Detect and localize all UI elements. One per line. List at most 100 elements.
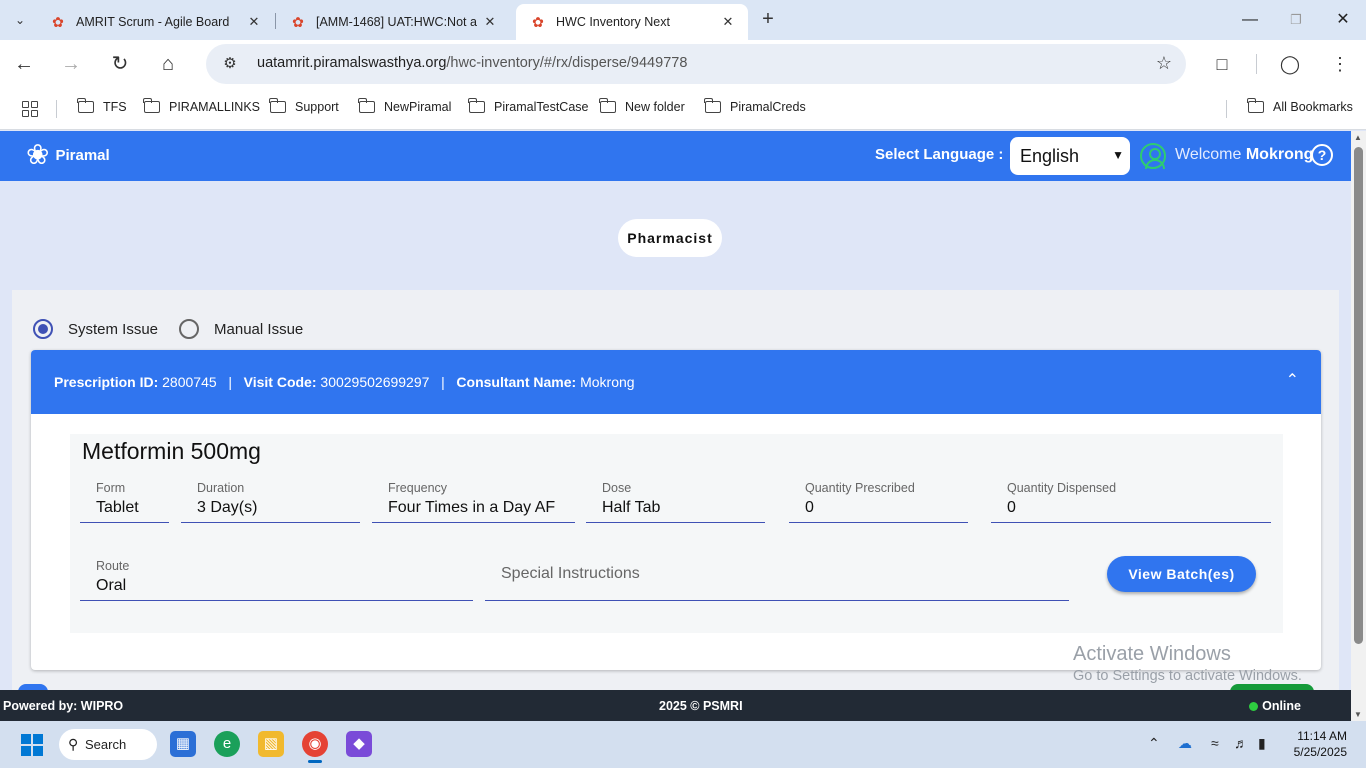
bookmark-folder[interactable]: TFS: [77, 98, 127, 114]
online-dot-icon: [1249, 701, 1259, 711]
browser-tab-bar: ⌄ ✿ AMRIT Scrum - Agile Board ✕ ✿ [AMM-1…: [0, 0, 1366, 40]
address-bar[interactable]: ⚙ uatamrit.piramalswasthya.org/hwc-inven…: [206, 44, 1186, 84]
piramal-logo-icon: ❀: [26, 139, 50, 170]
amrit-favicon-icon: ✿: [292, 13, 304, 30]
online-status: Online: [1249, 699, 1301, 713]
app-footer: Powered by: WIPRO 2025 © PSMRI Online: [0, 690, 1351, 721]
chevron-up-icon[interactable]: ⌃: [1286, 370, 1299, 390]
folder-icon: [143, 98, 160, 113]
issue-mode-radio-group: System Issue Manual Issue: [33, 319, 324, 339]
folder-icon: [468, 98, 485, 113]
folder-icon: [704, 98, 721, 113]
special-instructions-input[interactable]: Special Instructions: [485, 559, 1069, 601]
activate-windows-watermark: Activate Windows: [1073, 643, 1231, 665]
duration-field: Duration 3 Day(s): [181, 481, 360, 523]
windows-taskbar: ⚲ Search ▦ e ▧ ◉ ◆ ⌃ ☁ ≈ ♬ ▮ 11:14 AM 5/…: [0, 721, 1366, 768]
apps-grid-icon[interactable]: [22, 101, 38, 117]
extensions-icon[interactable]: □: [1210, 52, 1234, 76]
scrollbar-thumb[interactable]: [1354, 147, 1363, 644]
tab-search-chevron-icon[interactable]: ⌄: [8, 8, 32, 32]
prescription-card: Prescription ID: 2800745 | Visit Code: 3…: [31, 350, 1321, 670]
folder-icon: [358, 98, 375, 113]
language-select[interactable]: English ▼: [1010, 137, 1130, 175]
bookmark-folder[interactable]: PiramalCreds: [704, 98, 806, 114]
chevron-down-icon: ▼: [1112, 148, 1124, 162]
bookmark-star-icon[interactable]: ☆: [1156, 53, 1172, 74]
show-hidden-icons-chevron-icon[interactable]: ⌃: [1148, 735, 1160, 752]
frequency-field: Frequency Four Times in a Day AF: [372, 481, 575, 523]
amrit-favicon-icon: ✿: [52, 13, 64, 30]
all-bookmarks[interactable]: All Bookmarks: [1247, 98, 1353, 114]
app-header: ❀ Piramal Select Language : English ▼ We…: [0, 131, 1351, 181]
copyright-text: 2025 © PSMRI: [659, 699, 743, 713]
browser-tab-hwc-inventory[interactable]: ✿ HWC Inventory Next ✕: [516, 4, 748, 40]
battery-icon[interactable]: ▮: [1258, 735, 1266, 752]
activate-windows-hint: Go to Settings to activate Windows.: [1073, 668, 1302, 684]
bookmark-folder[interactable]: NewPiramal: [358, 98, 451, 114]
browser-tab-jira-issue[interactable]: ✿ [AMM-1468] UAT:HWC:Not a ✕: [276, 4, 510, 40]
restore-window-button[interactable]: ❐: [1284, 8, 1308, 32]
role-chip-pharmacist: Pharmacist: [618, 219, 722, 257]
user-avatar-icon[interactable]: [1140, 143, 1166, 169]
forward-button[interactable]: →: [59, 52, 83, 76]
home-button[interactable]: ⌂: [156, 52, 180, 76]
profile-icon[interactable]: ◯: [1278, 52, 1302, 76]
edge-browser-icon[interactable]: e: [214, 731, 240, 757]
system-issue-radio[interactable]: [33, 319, 53, 339]
quantity-dispensed-field: Quantity Dispensed 0: [991, 481, 1271, 523]
folder-icon: [599, 98, 616, 113]
view-batches-button[interactable]: View Batch(es): [1107, 556, 1256, 592]
amrit-favicon-icon: ✿: [532, 13, 544, 30]
url-text[interactable]: uatamrit.piramalswasthya.org/hwc-invento…: [257, 55, 687, 71]
close-window-button[interactable]: ✕: [1331, 8, 1355, 32]
browser-toolbar: ← → ↻ ⌂ ⚙ uatamrit.piramalswasthya.org/h…: [0, 40, 1366, 88]
bookmarks-bar: TFS PIRAMALLINKS Support NewPiramal Pira…: [0, 88, 1366, 130]
drug-details: Metformin 500mg Form Tablet Duration 3 D…: [70, 434, 1283, 633]
menu-icon[interactable]: ⋮: [1328, 52, 1352, 76]
scroll-down-icon[interactable]: ▼: [1354, 710, 1362, 719]
piramal-logo[interactable]: ❀ Piramal: [26, 139, 110, 171]
search-icon: ⚲: [68, 736, 79, 752]
drug-name: Metformin 500mg: [82, 438, 261, 464]
help-icon[interactable]: ?: [1311, 144, 1333, 166]
folder-icon: [77, 98, 94, 113]
page-scrollbar[interactable]: ▲ ▼: [1351, 131, 1366, 721]
manual-issue-label[interactable]: Manual Issue: [214, 321, 303, 338]
folder-icon: [1247, 98, 1264, 113]
bookmark-folder[interactable]: Support: [269, 98, 339, 114]
system-clock[interactable]: 11:14 AM 5/25/2025: [1289, 728, 1347, 760]
quantity-prescribed-field: Quantity Prescribed 0: [789, 481, 968, 523]
close-tab-icon[interactable]: ✕: [246, 14, 262, 30]
bookmark-folder[interactable]: PIRAMALLINKS: [143, 98, 260, 114]
onedrive-cloud-icon[interactable]: ☁: [1178, 735, 1192, 752]
m365-app-icon[interactable]: ◆: [346, 731, 372, 757]
welcome-text: Welcome Mokrong: [1175, 146, 1314, 163]
prescription-header[interactable]: Prescription ID: 2800745 | Visit Code: 3…: [31, 350, 1321, 414]
folder-icon: [269, 98, 286, 113]
file-explorer-icon[interactable]: ▧: [258, 731, 284, 757]
select-language-label: Select Language :: [875, 146, 1004, 163]
new-tab-button[interactable]: +: [756, 8, 780, 32]
powered-by-text: Powered by: WIPRO: [3, 699, 124, 713]
minimize-window-button[interactable]: —: [1238, 8, 1262, 32]
dose-field: Dose Half Tab: [586, 481, 765, 523]
chrome-browser-icon[interactable]: ◉: [302, 731, 328, 763]
back-button[interactable]: ←: [12, 52, 36, 76]
bookmark-folder[interactable]: New folder: [599, 98, 685, 114]
volume-icon[interactable]: ♬: [1234, 735, 1248, 751]
scroll-up-icon[interactable]: ▲: [1354, 133, 1362, 142]
reload-button[interactable]: ↻: [108, 52, 132, 76]
windows-start-icon[interactable]: [21, 734, 43, 756]
browser-tab-agile-board[interactable]: ✿ AMRIT Scrum - Agile Board ✕: [36, 4, 274, 40]
manual-issue-radio[interactable]: [179, 319, 200, 339]
route-field: Route Oral: [80, 559, 473, 601]
form-field: Form Tablet: [80, 481, 169, 523]
system-issue-label[interactable]: System Issue: [68, 321, 158, 338]
close-tab-icon[interactable]: ✕: [482, 14, 498, 30]
site-info-icon[interactable]: ⚙: [220, 54, 240, 74]
wifi-icon[interactable]: ≈: [1211, 735, 1219, 751]
close-tab-icon[interactable]: ✕: [720, 14, 736, 30]
taskbar-search[interactable]: ⚲ Search: [59, 729, 157, 760]
store-app-icon[interactable]: ▦: [170, 731, 196, 757]
bookmark-folder[interactable]: PiramalTestCase: [468, 98, 588, 114]
